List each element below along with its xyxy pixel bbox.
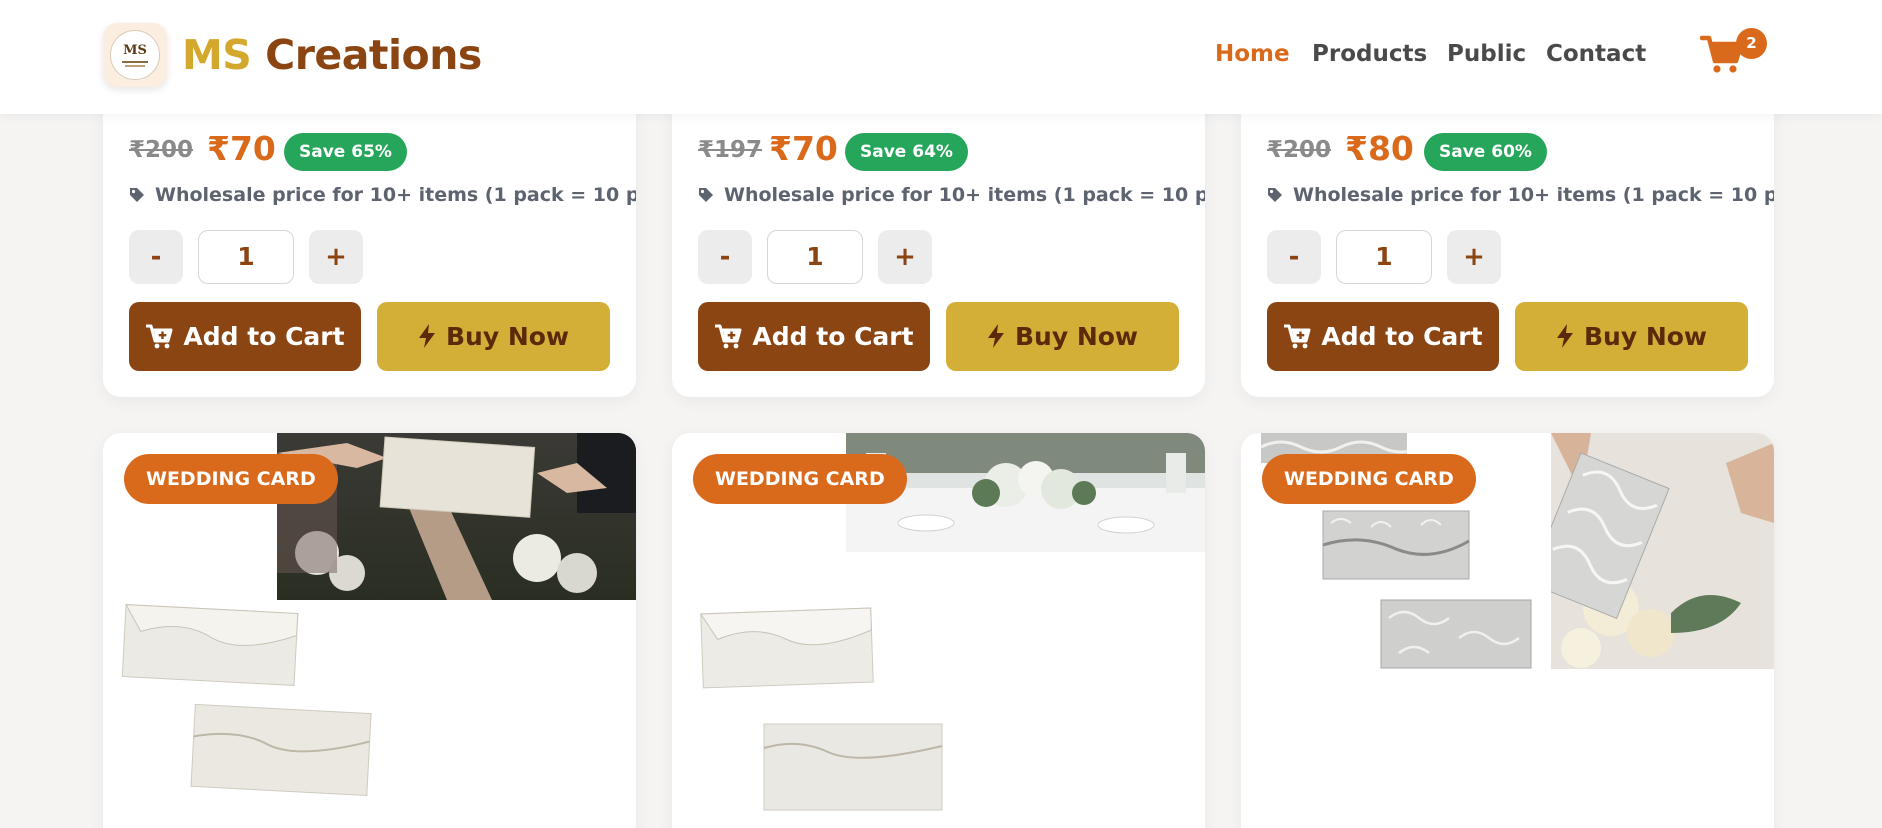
qty-decrease-button[interactable]: - (129, 230, 183, 284)
category-badge: WEDDING CARD (124, 454, 338, 504)
cart-plus-icon (1284, 324, 1311, 349)
envelope-photo (187, 701, 377, 801)
add-to-cart-label: Add to Cart (183, 322, 345, 351)
envelope-photo (120, 601, 300, 691)
category-badge: WEDDING CARD (1262, 454, 1476, 504)
site-header: MS MS Creations Home Products Public Con… (0, 0, 1882, 114)
save-badge: Save 65% (284, 133, 407, 171)
category-badge: WEDDING CARD (693, 454, 907, 504)
add-to-cart-button[interactable]: Add to Cart (1267, 302, 1499, 371)
logo-emblem: MS (110, 30, 160, 80)
bolt-icon (418, 324, 435, 348)
qty-increase-button[interactable]: + (309, 230, 363, 284)
sale-price: ₹80 (1345, 129, 1414, 168)
qty-decrease-button[interactable]: - (1267, 230, 1321, 284)
qty-increase-button[interactable]: + (878, 230, 932, 284)
buy-now-button[interactable]: Buy Now (377, 302, 610, 371)
save-badge: Save 60% (1424, 133, 1547, 171)
nav-contact[interactable]: Contact (1546, 36, 1646, 72)
add-to-cart-button[interactable]: Add to Cart (698, 302, 930, 371)
wholesale-note: Wholesale price for 10+ items (1 pack = … (1293, 184, 1774, 206)
buy-now-label: Buy Now (1583, 322, 1708, 351)
bolt-icon (987, 324, 1004, 348)
brand-name[interactable]: MS Creations (182, 28, 482, 82)
logo-monogram: MS (123, 42, 147, 58)
buy-now-label: Buy Now (445, 322, 570, 351)
logo-line (122, 60, 148, 63)
envelope-photo (1379, 598, 1533, 670)
qty-input[interactable]: 1 (198, 230, 294, 284)
sale-price: ₹70 (207, 129, 276, 168)
product-card[interactable]: WEDDING CARD (103, 433, 636, 828)
original-price: ₹200 (129, 137, 194, 163)
nav-public[interactable]: Public (1447, 36, 1526, 72)
product-photo (277, 433, 636, 600)
product-card[interactable]: WEDDING CARD (672, 433, 1205, 828)
bolt-icon (1556, 324, 1573, 348)
tag-icon (699, 188, 713, 202)
add-to-cart-label: Add to Cart (1321, 322, 1483, 351)
envelope-photo (758, 718, 948, 818)
envelope-photo (694, 603, 879, 693)
cart-count-badge: 2 (1736, 28, 1767, 59)
save-badge: Save 64% (845, 133, 968, 171)
nav-home[interactable]: Home (1215, 36, 1290, 72)
product-photo (1551, 433, 1774, 669)
buy-now-button[interactable]: Buy Now (946, 302, 1179, 371)
brand-first: MS (182, 31, 252, 79)
tag-icon (1268, 188, 1282, 202)
qty-increase-button[interactable]: + (1447, 230, 1501, 284)
buy-now-button[interactable]: Buy Now (1515, 302, 1748, 371)
qty-input[interactable]: 1 (1336, 230, 1432, 284)
tag-icon (130, 188, 144, 202)
sale-price: ₹70 (769, 129, 838, 168)
original-price: ₹197 (698, 137, 763, 163)
qty-input[interactable]: 1 (767, 230, 863, 284)
brand-second: Creations (265, 31, 482, 79)
wholesale-note: Wholesale price for 10+ items (1 pack = … (724, 184, 1205, 206)
add-to-cart-button[interactable]: Add to Cart (129, 302, 361, 371)
envelope-photo (1321, 509, 1471, 581)
qty-decrease-button[interactable]: - (698, 230, 752, 284)
nav-products[interactable]: Products (1312, 36, 1427, 72)
logo-line (125, 64, 145, 67)
original-price: ₹200 (1267, 137, 1332, 163)
cart-plus-icon (146, 324, 173, 349)
buy-now-label: Buy Now (1014, 322, 1139, 351)
product-card[interactable]: WEDDING CARD (1241, 433, 1774, 828)
cart-plus-icon (715, 324, 742, 349)
logo[interactable]: MS (103, 23, 167, 87)
add-to-cart-label: Add to Cart (752, 322, 914, 351)
wholesale-note: Wholesale price for 10+ items (1 pack = … (155, 184, 636, 206)
